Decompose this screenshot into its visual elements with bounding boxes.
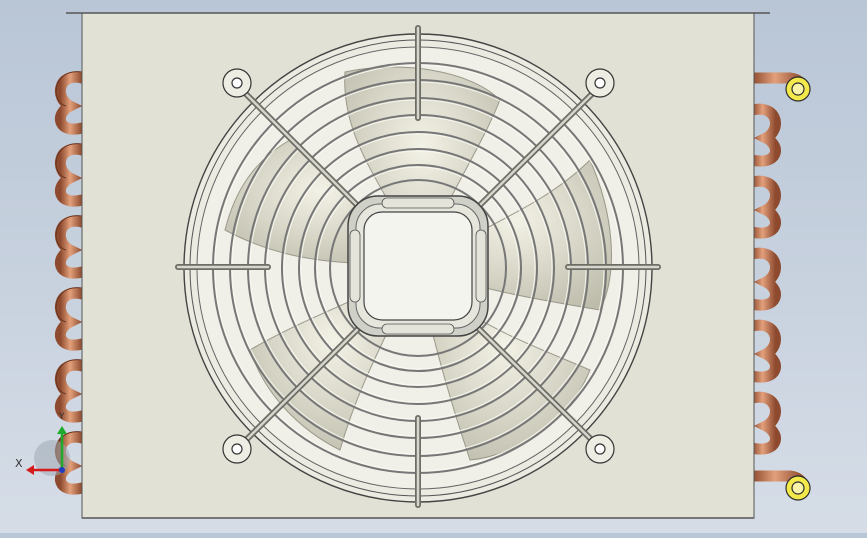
- bottom-fitting: [785, 475, 811, 501]
- triad-y-label: Y: [59, 412, 65, 422]
- top-fitting: [785, 76, 811, 102]
- model-viewport[interactable]: [0, 0, 867, 533]
- axis-triad: [26, 426, 70, 476]
- triad-x-label: X: [15, 457, 23, 470]
- left-coil: [54, 71, 88, 495]
- right-coil: [746, 72, 809, 498]
- fan-hub[interactable]: [347, 195, 489, 337]
